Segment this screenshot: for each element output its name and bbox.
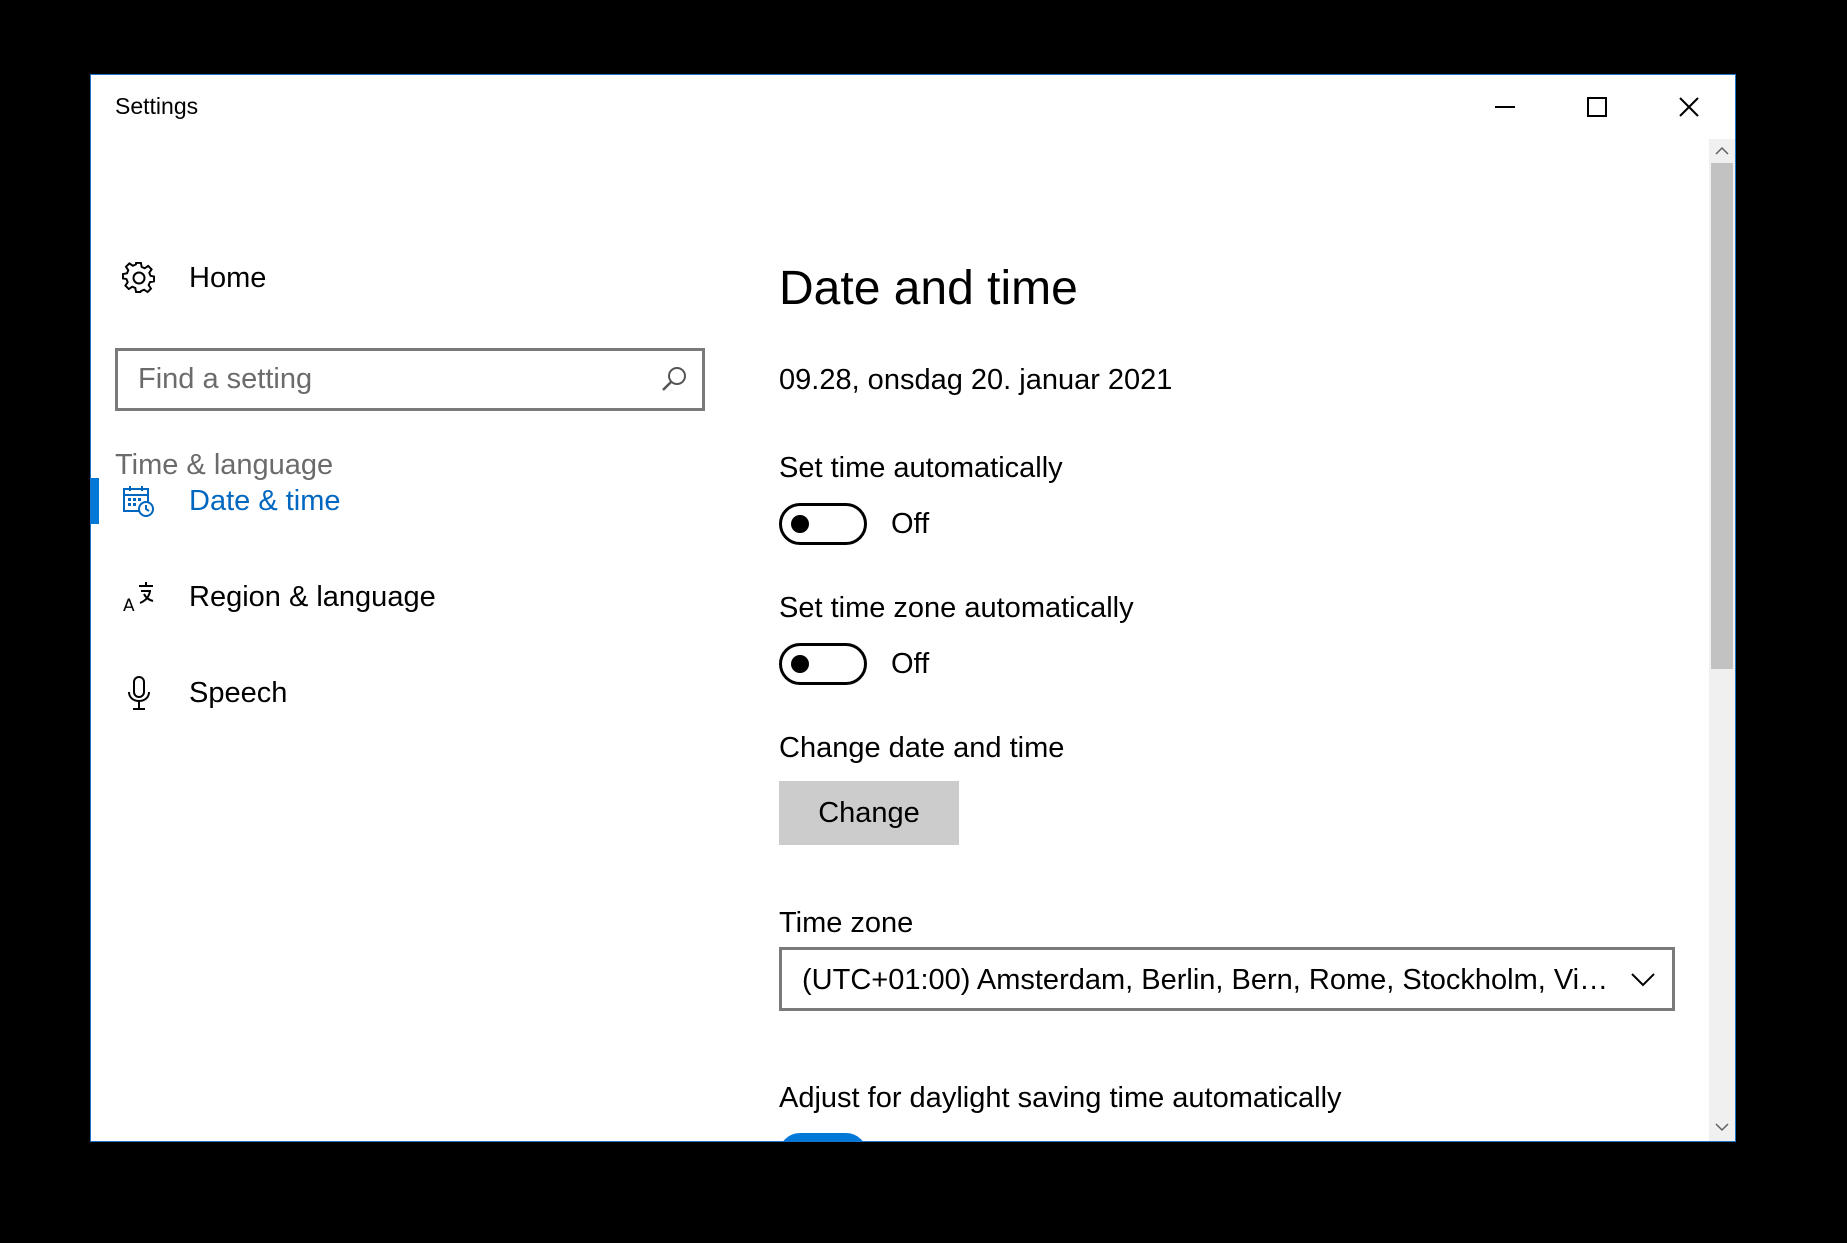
gear-icon xyxy=(121,260,157,296)
microphone-icon xyxy=(121,675,157,711)
vertical-scrollbar[interactable] xyxy=(1709,139,1735,1141)
current-datetime: 09.28, onsdag 20. januar 2021 xyxy=(779,364,1173,396)
toggle-state-text: On xyxy=(891,1138,930,1142)
scroll-down-arrow-icon[interactable] xyxy=(1715,1119,1729,1137)
toggle-state-text: Off xyxy=(891,647,930,680)
page-title: Date and time xyxy=(779,262,1078,315)
settings-window: Settings Home Find a setting Time & lang… xyxy=(90,74,1736,1142)
search-icon[interactable] xyxy=(660,365,688,398)
set-time-zone-automatically-toggle[interactable] xyxy=(779,643,867,685)
sidebar: Home Time & language xyxy=(91,139,731,1141)
maximize-button[interactable] xyxy=(1551,75,1643,139)
maximize-icon xyxy=(1587,97,1607,117)
set-time-zone-automatically-row: Off xyxy=(779,643,929,685)
time-zone-dropdown[interactable]: (UTC+01:00) Amsterdam, Berlin, Bern, Rom… xyxy=(779,947,1675,1011)
sidebar-item-label: Date & time xyxy=(189,484,341,517)
svg-text:A: A xyxy=(123,596,135,614)
set-time-zone-automatically-label: Set time zone automatically xyxy=(779,592,1134,624)
scroll-up-arrow-icon[interactable] xyxy=(1715,143,1729,161)
time-zone-label: Time zone xyxy=(779,907,914,939)
sidebar-item-date-time[interactable]: Date & time xyxy=(91,470,731,532)
selected-indicator xyxy=(91,478,99,524)
main-content: Date and time 09.28, onsdag 20. januar 2… xyxy=(779,139,1695,1141)
search-input[interactable] xyxy=(138,351,638,408)
minimize-button[interactable] xyxy=(1459,75,1551,139)
sidebar-item-speech[interactable]: Speech xyxy=(91,662,731,724)
time-zone-selected-value: (UTC+01:00) Amsterdam, Berlin, Bern, Rom… xyxy=(802,964,1612,996)
toggle-knob xyxy=(791,655,809,673)
sidebar-item-label: Region & language xyxy=(189,580,436,613)
chevron-down-icon xyxy=(1630,970,1656,993)
calendar-clock-icon xyxy=(121,483,157,519)
toggle-state-text: Off xyxy=(891,507,930,540)
toggle-knob xyxy=(791,515,809,533)
search-box[interactable] xyxy=(115,348,705,411)
set-time-automatically-toggle[interactable] xyxy=(779,503,867,545)
daylight-saving-toggle[interactable] xyxy=(779,1133,867,1141)
change-date-time-label: Change date and time xyxy=(779,732,1065,764)
sidebar-item-region-language[interactable]: A Region & language xyxy=(91,566,731,628)
home-nav-item[interactable]: Home xyxy=(121,253,266,303)
language-icon: A xyxy=(121,579,157,615)
scrollbar-thumb[interactable] xyxy=(1711,163,1733,669)
daylight-saving-label: Adjust for daylight saving time automati… xyxy=(779,1082,1342,1114)
close-button[interactable] xyxy=(1643,75,1735,139)
sidebar-item-label: Speech xyxy=(189,676,288,709)
change-button[interactable]: Change xyxy=(779,781,959,845)
set-time-automatically-label: Set time automatically xyxy=(779,452,1063,484)
set-time-automatically-row: Off xyxy=(779,503,929,545)
minimize-icon xyxy=(1495,106,1515,108)
title-bar: Settings xyxy=(91,75,1735,139)
window-title: Settings xyxy=(115,93,199,119)
close-icon xyxy=(1679,97,1699,117)
home-label: Home xyxy=(189,261,267,294)
daylight-saving-row: On xyxy=(779,1133,930,1142)
